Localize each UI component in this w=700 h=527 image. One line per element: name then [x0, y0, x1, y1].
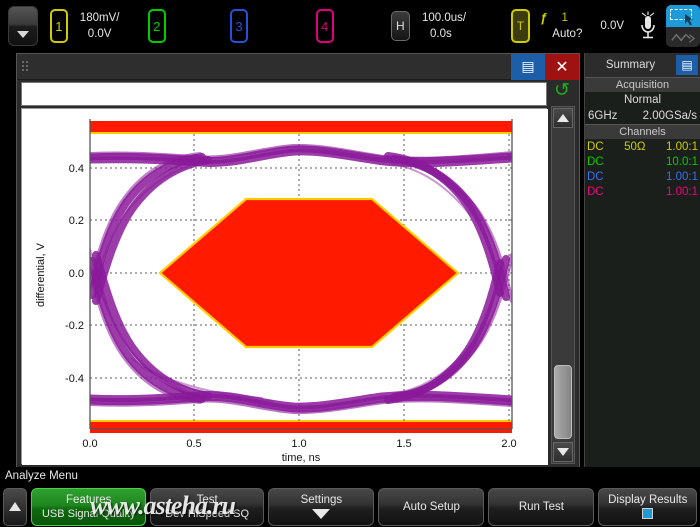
menu-up-button[interactable] — [3, 487, 28, 526]
channel-1-scale: 180mV/ — [79, 12, 120, 24]
auto-setup-button[interactable]: Auto Setup — [378, 487, 485, 526]
features-button[interactable]: Features USB Signal Quality — [31, 487, 146, 526]
vertical-scrollbar[interactable] — [551, 106, 575, 464]
test-button-value: Dev HiSpeed SQ — [165, 507, 250, 520]
svg-text:0.0: 0.0 — [82, 438, 97, 450]
channel-summary-row: DC 1.00:1 — [585, 184, 700, 199]
acquisition-sample-rate: 2.00GSa/s — [642, 110, 697, 122]
channel-2-probe: 10.0:1 — [666, 155, 698, 168]
microphone-icon[interactable] — [638, 10, 658, 42]
window-title-bar[interactable]: ▤ ✕ — [17, 53, 579, 80]
svg-text:1.0: 1.0 — [291, 438, 306, 450]
window-menu-icon[interactable]: ▤ — [511, 53, 545, 80]
top-toolbar: 1 180mV/ 0.0V 2 3 4 H 100.0us/ 0.0s T ƒ … — [0, 0, 700, 52]
channel-summary-row: DC 1.00:1 — [585, 169, 700, 184]
channel-1-settings: 180mV/ 0.0V — [80, 10, 136, 42]
run-test-button[interactable]: Run Test — [488, 487, 595, 526]
waveform-tool-icon[interactable] — [666, 27, 700, 47]
arrow-up-icon — [557, 114, 569, 122]
svg-text:-0.2: -0.2 — [65, 320, 84, 332]
softkey-bar: Features USB Signal Quality Test Dev HiS… — [0, 486, 700, 527]
analysis-window: ▤ ✕ 0.4 0.2 0.0 -0.2 -0.4 0.0 0.5 1.0 1.… — [16, 53, 580, 467]
auto-setup-button-label: Auto Setup — [402, 500, 460, 513]
acquisition-bandwidth: 6GHz — [588, 110, 618, 122]
x-axis-label: time, ns — [282, 452, 321, 464]
svg-text:0.5: 0.5 — [186, 438, 201, 450]
close-icon[interactable]: ✕ — [545, 53, 579, 80]
trigger-edge-icon: ƒ — [540, 10, 548, 25]
channel-1-probe: 1.00:1 — [666, 140, 698, 153]
eye-diagram-plot[interactable]: 0.4 0.2 0.0 -0.2 -0.4 0.0 0.5 1.0 1.5 2.… — [21, 108, 548, 465]
tool-mode-stack[interactable] — [666, 5, 700, 47]
display-results-button[interactable]: Display Results — [598, 487, 697, 526]
channel-1-button[interactable]: 1 — [49, 9, 68, 43]
channel-1-coupling: DC — [587, 140, 604, 153]
selection-tool-icon[interactable] — [666, 5, 700, 27]
acquisition-mode: Normal — [623, 94, 662, 106]
arrow-down-icon — [557, 448, 569, 456]
channel-3-coupling: DC — [587, 170, 604, 183]
scroll-down-button[interactable] — [553, 442, 573, 462]
trigger-mode: Auto? — [552, 28, 583, 40]
horizontal-position: 0.0s — [429, 28, 452, 40]
main-menu-button[interactable] — [8, 6, 38, 46]
channels-section-header: Channels — [585, 124, 700, 139]
channel-4-button[interactable]: 4 — [315, 9, 334, 43]
run-test-button-label: Run Test — [518, 500, 565, 513]
features-button-label: Features — [66, 493, 112, 506]
panel-collapse-icon[interactable]: ▤ — [676, 55, 698, 75]
channel-1-offset: 0.0V — [87, 28, 112, 40]
settings-button[interactable]: Settings — [268, 487, 375, 526]
svg-text:2.0: 2.0 — [501, 438, 516, 450]
window-body: 0.4 0.2 0.0 -0.2 -0.4 0.0 0.5 1.0 1.5 2.… — [17, 80, 579, 467]
channel-2-coupling: DC — [587, 155, 604, 168]
oscilloscope-screen: 1 180mV/ 0.0V 2 3 4 H 100.0us/ 0.0s T ƒ … — [0, 0, 700, 527]
svg-text:1.5: 1.5 — [396, 438, 411, 450]
y-axis-label: differential, V — [35, 242, 47, 307]
horizontal-settings: 100.0us/ 0.0s — [422, 10, 478, 42]
channel-summary-row: DC 50Ω 1.00:1 — [585, 139, 700, 154]
trigger-button[interactable]: T — [510, 9, 531, 43]
analyze-menu-label: Analyze Menu — [5, 470, 78, 482]
svg-text:0.0: 0.0 — [69, 268, 84, 280]
window-grip-handle[interactable] — [21, 60, 31, 74]
channel-3-button[interactable]: 3 — [229, 9, 248, 43]
channel-2-button[interactable]: 2 — [147, 9, 166, 43]
svg-text:-0.4: -0.4 — [65, 373, 84, 385]
test-button-label: Test — [196, 493, 218, 506]
channel-1-impedance: 50Ω — [624, 140, 646, 153]
test-button[interactable]: Test Dev HiSpeed SQ — [149, 487, 265, 526]
scrollbar-thumb[interactable] — [554, 365, 572, 439]
channel-4-coupling: DC — [587, 185, 604, 198]
scroll-up-button[interactable] — [553, 108, 573, 128]
square-indicator-icon — [642, 508, 654, 519]
eye-diagram-svg: 0.4 0.2 0.0 -0.2 -0.4 0.0 0.5 1.0 1.5 2.… — [22, 109, 548, 465]
results-header-strip — [21, 82, 547, 106]
horizontal-button[interactable]: H — [390, 11, 410, 41]
svg-text:0.2: 0.2 — [69, 215, 84, 227]
chevron-down-icon — [16, 31, 29, 38]
summary-panel-header: Summary ▤ — [585, 53, 700, 77]
acquisition-section-header: Acquisition — [585, 77, 700, 92]
channel-4-probe: 1.00:1 — [666, 185, 698, 198]
refresh-icon[interactable]: ↺ — [551, 81, 573, 103]
trigger-settings: ƒ 1 Auto? — [540, 10, 582, 42]
summary-title: Summary — [605, 59, 656, 71]
svg-text:0.4: 0.4 — [69, 163, 84, 175]
arrow-down-icon — [312, 509, 331, 519]
channel-summary-row: DC 10.0:1 — [585, 154, 700, 169]
features-button-value: USB Signal Quality — [41, 507, 136, 520]
summary-panel: Summary ▤ Acquisition Normal 6GHz 2.00GS… — [584, 53, 700, 467]
display-results-button-label: Display Results — [608, 494, 688, 506]
trigger-source: 1 — [561, 12, 568, 24]
channel-3-probe: 1.00:1 — [666, 170, 698, 183]
trigger-level: 0.0V — [600, 20, 625, 32]
arrow-up-icon — [9, 502, 22, 511]
horizontal-scale: 100.0us/ — [421, 12, 467, 24]
settings-button-label: Settings — [300, 494, 343, 506]
